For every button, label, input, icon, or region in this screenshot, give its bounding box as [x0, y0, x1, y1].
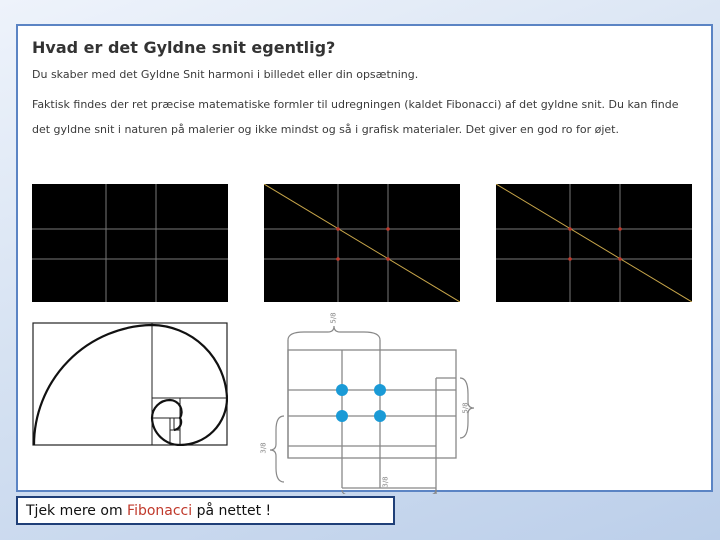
fibonacci-link[interactable]: Fibonacci [127, 503, 192, 519]
phi-grid-diagram: 5/8 5/8 3/8 3/8 [260, 312, 474, 494]
slide-heading: Hvad er det Gyldne snit egentlig? [32, 38, 336, 57]
label-top: 5/8 [329, 312, 338, 324]
label-left: 3/8 [259, 442, 268, 454]
caption-suffix: på nettet ! [192, 503, 272, 519]
label-bottom: 3/8 [381, 476, 390, 488]
slide-content-frame: Hvad er det Gyldne snit egentlig? Du ska… [16, 24, 713, 494]
diagonal-grid-image-2 [496, 184, 692, 302]
diagonal-grid-image-1 [264, 184, 460, 302]
caption-prefix: Tjek mere om [26, 503, 128, 519]
label-right: 5/8 [461, 402, 470, 414]
fibonacci-spiral-diagram [32, 322, 228, 446]
caption-box: Tjek mere om Fibonacci på nettet ! [16, 496, 395, 525]
fibonacci-paragraph: Faktisk findes der ret præcise matematis… [32, 98, 679, 136]
intro-paragraph: Du skaber med det Gyldne Snit harmoni i … [32, 68, 419, 81]
thirds-grid-image [32, 184, 228, 302]
